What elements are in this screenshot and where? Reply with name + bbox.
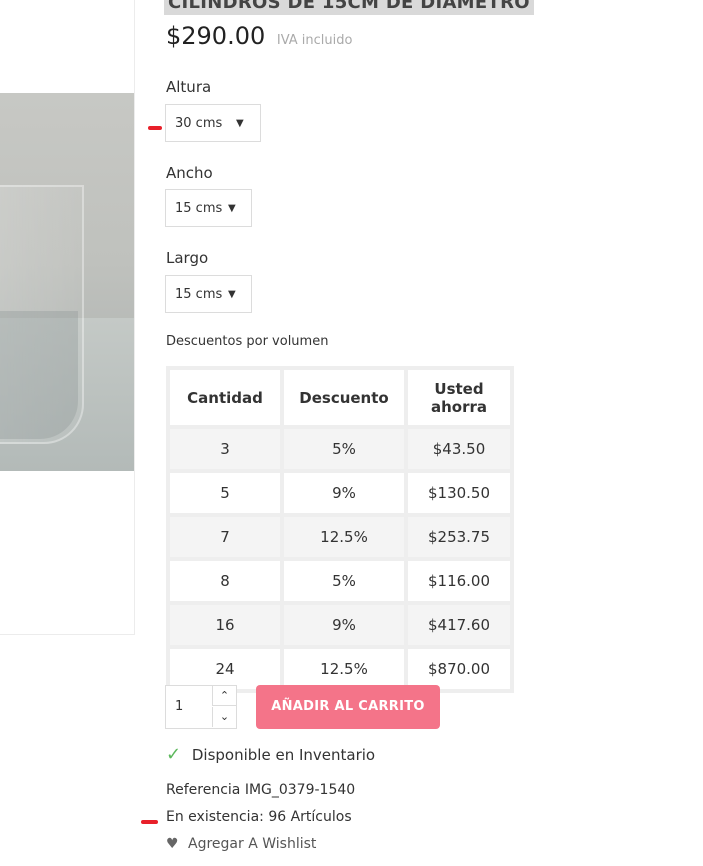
variant-label-altura: Altura — [166, 78, 212, 96]
product-photo[interactable] — [0, 93, 134, 471]
variant-label-largo: Largo — [166, 249, 209, 267]
price-value: $290.00 — [166, 22, 266, 50]
annotation-mark — [141, 820, 158, 824]
cell-quantity: 3 — [170, 429, 280, 469]
add-to-wishlist-link[interactable]: ♥ Agregar A Wishlist — [166, 836, 316, 852]
cell-discount: 9% — [284, 605, 404, 645]
check-icon: ✓ — [166, 744, 182, 765]
cell-quantity: 8 — [170, 561, 280, 601]
chevron-up-icon[interactable]: ⌃ — [212, 686, 236, 706]
chevron-down-icon[interactable]: ⌄ — [212, 707, 236, 727]
add-to-cart-button[interactable]: AÑADIR AL CARRITO — [256, 685, 440, 729]
ancho-select[interactable]: 15 cms ▼ — [165, 189, 252, 227]
variant-label-ancho: Ancho — [166, 164, 213, 182]
photo-water — [0, 311, 78, 439]
wishlist-label: Agregar A Wishlist — [188, 836, 317, 852]
cell-savings: $253.75 — [408, 517, 510, 557]
stock-value: 96 Artículos — [268, 809, 352, 825]
caret-down-icon: ▼ — [228, 203, 236, 214]
cell-savings: $130.50 — [408, 473, 510, 513]
col-usted-ahorra: Usted ahorra — [408, 370, 510, 425]
reference-value: IMG_0379-1540 — [244, 782, 356, 798]
cell-quantity: 5 — [170, 473, 280, 513]
table-row: 24 12.5% $870.00 — [170, 649, 510, 689]
cell-discount: 12.5% — [284, 649, 404, 689]
cell-discount: 12.5% — [284, 517, 404, 557]
cell-savings: $116.00 — [408, 561, 510, 601]
table-row: 3 5% $43.50 — [170, 429, 510, 469]
altura-select[interactable]: 30 cms ▼ — [165, 104, 261, 142]
availability-status: ✓ Disponible en Inventario — [166, 744, 375, 765]
heart-icon: ♥ — [166, 836, 179, 852]
table-row: 7 12.5% $253.75 — [170, 517, 510, 557]
product-price: $290.00 IVA incluido — [166, 22, 352, 50]
table-row: 8 5% $116.00 — [170, 561, 510, 601]
cell-savings: $417.60 — [408, 605, 510, 645]
cell-discount: 5% — [284, 561, 404, 601]
ancho-select-value: 15 cms — [175, 201, 223, 216]
cell-quantity: 16 — [170, 605, 280, 645]
largo-select[interactable]: 15 cms ▼ — [165, 275, 252, 313]
largo-select-value: 15 cms — [175, 287, 223, 302]
table-header-row: Cantidad Descuento Usted ahorra — [170, 370, 510, 425]
volume-discounts-label: Descuentos por volumen — [166, 334, 329, 349]
table-row: 16 9% $417.60 — [170, 605, 510, 645]
altura-select-value: 30 cms — [175, 116, 223, 131]
cell-quantity: 7 — [170, 517, 280, 557]
caret-down-icon: ▼ — [228, 289, 236, 300]
stock-quantity: En existencia: 96 Artículos — [166, 809, 352, 825]
tax-label: IVA incluido — [276, 33, 353, 48]
stock-label: En existencia: — [166, 809, 264, 825]
table-row: 5 9% $130.50 — [170, 473, 510, 513]
volume-discounts-table: Cantidad Descuento Usted ahorra 3 5% $43… — [166, 366, 514, 693]
cell-savings: $43.50 — [408, 429, 510, 469]
reference-label: Referencia — [166, 782, 241, 798]
col-cantidad: Cantidad — [170, 370, 280, 425]
cell-quantity: 24 — [170, 649, 280, 689]
availability-text: Disponible en Inventario — [191, 746, 376, 764]
caret-down-icon: ▼ — [236, 118, 244, 129]
col-descuento: Descuento — [284, 370, 404, 425]
cell-savings: $870.00 — [408, 649, 510, 689]
annotation-mark — [148, 126, 162, 130]
quantity-stepper[interactable]: 1 ⌃ ⌄ — [165, 685, 237, 729]
cell-discount: 5% — [284, 429, 404, 469]
cell-discount: 9% — [284, 473, 404, 513]
product-title: CILINDROS DE 15CM DE DIÁMETRO — [164, 0, 534, 15]
quantity-input[interactable]: 1 — [175, 686, 183, 728]
product-reference: Referencia IMG_0379-1540 — [166, 782, 355, 798]
